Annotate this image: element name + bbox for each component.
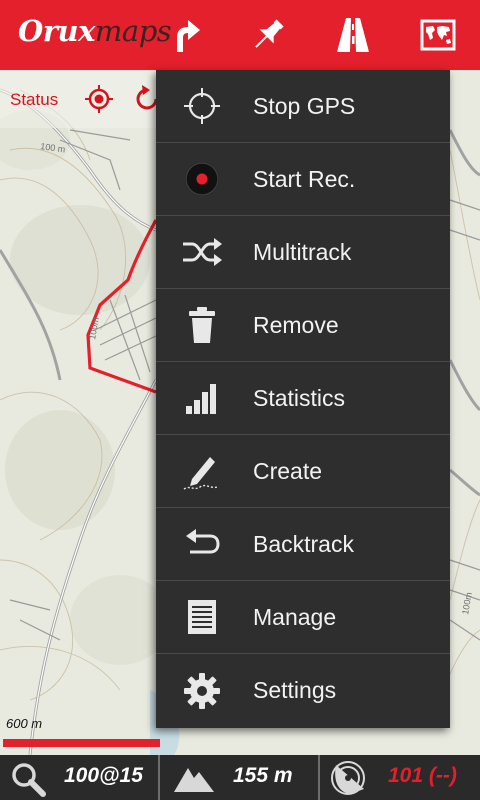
- contour-label: 100m: [460, 591, 474, 615]
- world-map-icon: [420, 19, 456, 51]
- menu-item-statistics[interactable]: Statistics: [156, 362, 450, 435]
- contour-label: 100m: [87, 316, 101, 340]
- menu-item-stop-gps[interactable]: Stop GPS: [156, 70, 450, 143]
- zoom-cell[interactable]: 100@15: [0, 755, 160, 800]
- menu-item-label: Start Rec.: [253, 165, 356, 192]
- satellite-dish-icon: [331, 761, 365, 795]
- satellites-cell[interactable]: 101 (--): [320, 755, 480, 800]
- menu-item-label: Remove: [253, 311, 339, 338]
- trash-icon: [180, 303, 224, 347]
- pencil-icon: [180, 449, 224, 493]
- status-button[interactable]: Status: [10, 90, 58, 110]
- menu-item-start-rec[interactable]: Start Rec.: [156, 143, 450, 216]
- altitude-cell[interactable]: 155 m: [160, 755, 320, 800]
- altitude-value: 155 m: [233, 764, 293, 787]
- menu-item-label: Settings: [253, 677, 337, 703]
- zoom-value: 100@15: [64, 764, 143, 787]
- gps-target-icon: [85, 85, 113, 113]
- mountain-icon: [174, 768, 214, 792]
- shuffle-icon: [180, 230, 224, 274]
- rotate-map-button[interactable]: [136, 84, 158, 118]
- menu-item-label: Statistics: [253, 384, 346, 411]
- scale-bar: [3, 739, 160, 747]
- menu-item-label: Create: [253, 457, 323, 484]
- overflow-menu: Stop GPS Start Rec. Multitrack Remove St…: [156, 70, 450, 728]
- logo-part-1: Orux: [18, 14, 95, 48]
- menu-item-label: Manage: [253, 603, 337, 630]
- route-arrow-button[interactable]: [161, 10, 211, 60]
- menu-item-create[interactable]: Create: [156, 435, 450, 508]
- pushpin-icon: [255, 19, 284, 48]
- route-arrow-icon: [177, 20, 200, 52]
- menu-item-manage[interactable]: Manage: [156, 581, 450, 654]
- menu-item-multitrack[interactable]: Multitrack: [156, 216, 450, 289]
- road-icon: [337, 18, 369, 52]
- undo-arrow-icon: [180, 522, 224, 566]
- top-app-bar: Oruxmaps: [0, 0, 480, 70]
- rotate-icon: [136, 85, 158, 110]
- menu-item-label: Backtrack: [253, 530, 354, 557]
- bar-chart-icon: [180, 376, 224, 420]
- bottom-info-bar: 100@15 155 m 101 (--): [0, 755, 480, 800]
- gear-icon: [180, 669, 224, 713]
- list-icon: [180, 595, 224, 639]
- world-map-button[interactable]: [413, 10, 463, 60]
- pushpin-button[interactable]: [243, 10, 293, 60]
- menu-item-backtrack[interactable]: Backtrack: [156, 508, 450, 581]
- menu-item-remove[interactable]: Remove: [156, 289, 450, 362]
- magnifier-icon: [12, 763, 46, 797]
- gps-target-button[interactable]: [84, 84, 114, 118]
- menu-item-label: Multitrack: [253, 238, 352, 265]
- record-icon: [180, 157, 224, 201]
- menu-item-label: Stop GPS: [253, 92, 356, 119]
- logo-part-2: maps: [94, 14, 172, 48]
- satellites-value: 101 (--): [388, 764, 457, 787]
- road-button[interactable]: [328, 10, 378, 60]
- crosshair-icon: [180, 84, 224, 128]
- menu-item-settings[interactable]: Settings: [156, 654, 450, 727]
- app-logo: Oruxmaps: [18, 14, 172, 48]
- scale-label: 600 m: [6, 716, 43, 731]
